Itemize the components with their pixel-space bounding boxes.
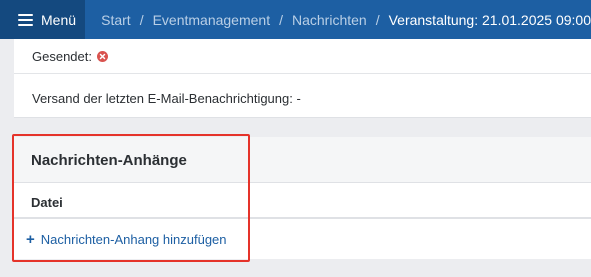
breadcrumb-eventmanagement[interactable]: Eventmanagement <box>153 12 271 28</box>
error-x-icon <box>97 51 108 62</box>
attachments-title: Nachrichten-Anhänge <box>31 152 187 169</box>
last-email-row: Versand der letzten E-Mail-Benachrichtig… <box>32 91 301 106</box>
breadcrumb-separator: / <box>139 11 144 28</box>
last-email-label: Versand der letzten E-Mail-Benachrichtig… <box>32 91 301 106</box>
menu-label: Menü <box>41 11 77 28</box>
add-attachment-link[interactable]: + Nachrichten-Anhang hinzufügen <box>26 232 227 247</box>
breadcrumb-nachrichten[interactable]: Nachrichten <box>292 12 367 28</box>
column-header-file: Datei <box>31 195 63 210</box>
sent-row: Gesendet: <box>32 49 108 64</box>
breadcrumb-current: Veranstaltung: 21.01.2025 09:00 <box>388 11 591 28</box>
hamburger-icon <box>18 13 33 26</box>
table-header-divider <box>14 217 591 219</box>
attachments-header: Nachrichten-Anhänge <box>14 137 591 183</box>
breadcrumb-start[interactable]: Start <box>101 12 131 28</box>
plus-icon: + <box>26 231 35 248</box>
top-navigation-bar: Menü Start / Eventmanagement / Nachricht… <box>0 0 591 39</box>
add-attachment-label: Nachrichten-Anhang hinzufügen <box>40 232 227 247</box>
menu-button[interactable]: Menü <box>0 0 86 39</box>
sent-label: Gesendet: <box>32 49 92 64</box>
attachments-card: Nachrichten-Anhänge Datei + Nachrichten-… <box>14 137 591 259</box>
breadcrumb-separator: / <box>279 11 283 28</box>
breadcrumb-separator: / <box>375 11 380 28</box>
breadcrumb: Start / Eventmanagement / Nachrichten / … <box>85 12 591 28</box>
row-divider <box>14 73 591 74</box>
message-details-card: Gesendet: Versand der letzten E-Mail-Ben… <box>14 39 591 118</box>
